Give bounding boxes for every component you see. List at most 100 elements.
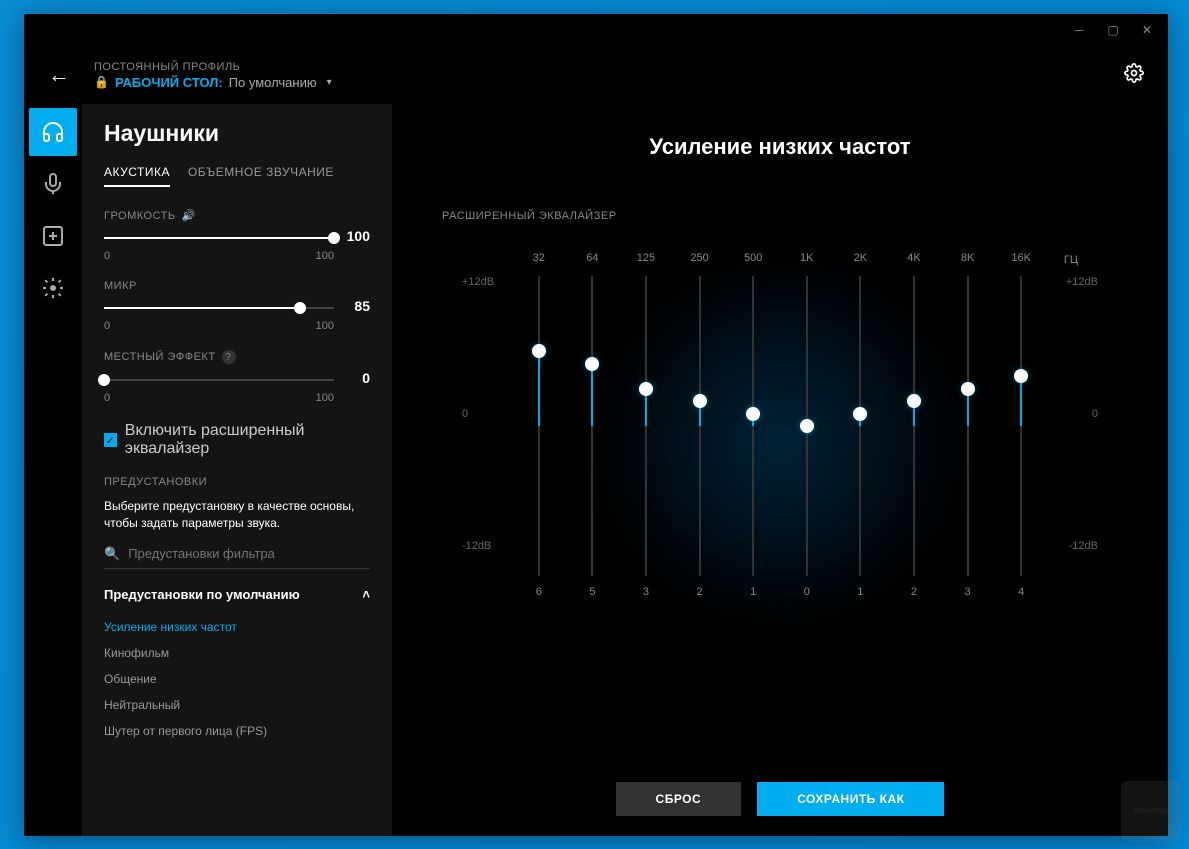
sidetone-value: 0 <box>340 370 370 386</box>
eq-band-slider[interactable] <box>967 276 969 576</box>
eq-freq-label: 1K <box>800 252 813 276</box>
eq-freq-label: 32 <box>533 252 545 276</box>
close-button[interactable]: ✕ <box>1130 16 1164 44</box>
preset-group-header[interactable]: Предустановки по умолчанию ˄ <box>104 587 370 602</box>
eq-band-1K[interactable]: 1K 0 <box>789 252 825 598</box>
page-title: Наушники <box>104 120 370 147</box>
tab-surround[interactable]: ОБЪЕМНОЕ ЗВУЧАНИЕ <box>188 165 334 187</box>
sidebar: Наушники АКУСТИКА ОБЪЕМНОЕ ЗВУЧАНИЕ ГРОМ… <box>82 104 392 836</box>
profile-desktop-label: РАБОЧИЙ СТОЛ: <box>115 75 223 90</box>
eq-band-32[interactable]: 326 <box>521 252 557 598</box>
settings-button[interactable] <box>1124 63 1144 88</box>
eq-band-value: 1 <box>857 586 863 598</box>
save-as-button[interactable]: СОХРАНИТЬ КАК <box>757 782 944 816</box>
eq-band-slider[interactable] <box>699 276 701 576</box>
eq-band-8K[interactable]: 8K3 <box>950 252 986 598</box>
nav-mic[interactable] <box>29 160 77 208</box>
preset-communication[interactable]: Общение <box>104 666 370 692</box>
app-body: Наушники АКУСТИКА ОБЪЕМНОЕ ЗВУЧАНИЕ ГРОМ… <box>24 104 1168 836</box>
volume-value: 100 <box>340 228 370 244</box>
lock-icon: 🔒 <box>94 75 109 89</box>
eq-band-125[interactable]: 1253 <box>628 252 664 598</box>
eq-band-slider[interactable] <box>591 276 593 576</box>
volume-max: 100 <box>316 250 334 262</box>
main-panel: Усиление низких частот РАСШИРЕННЫЙ ЭКВАЛ… <box>392 104 1168 836</box>
sidetone-slider[interactable]: 0 <box>104 372 370 388</box>
presets-description: Выберите предустановку в качестве основы… <box>104 498 370 532</box>
title-bar: ─ ▢ ✕ <box>24 14 1168 46</box>
chevron-up-icon: ˄ <box>362 587 370 602</box>
back-button[interactable]: ← <box>40 58 78 92</box>
preset-search[interactable]: 🔍 <box>104 546 370 569</box>
checkbox-icon: ✓ <box>104 433 117 447</box>
eq-band-slider[interactable] <box>913 276 915 576</box>
volume-min: 0 <box>104 250 110 262</box>
brightness-icon <box>41 276 65 300</box>
eq-band-slider[interactable] <box>645 276 647 576</box>
eq-freq-label: 4K <box>907 252 920 276</box>
maximize-button[interactable]: ▢ <box>1096 16 1130 44</box>
nav-rail <box>24 104 82 836</box>
nav-headphones[interactable] <box>29 108 77 156</box>
action-buttons: СБРОС СОХРАНИТЬ КАК <box>442 752 1118 836</box>
eq-band-slider[interactable] <box>806 276 808 576</box>
advanced-eq-checkbox-row[interactable]: ✓ Включить расширенный эквалайзер <box>104 422 370 458</box>
eq-band-slider[interactable] <box>1020 276 1022 576</box>
hz-label: ГЦ <box>1064 254 1078 266</box>
eq-freq-label: 64 <box>586 252 598 276</box>
sidetone-min: 0 <box>104 392 110 404</box>
mic-label: МИКР <box>104 280 137 292</box>
advanced-eq-label: Включить расширенный эквалайзер <box>125 422 370 458</box>
eq-band-slider[interactable] <box>538 276 540 576</box>
tabs: АКУСТИКА ОБЪЕМНОЕ ЗВУЧАНИЕ <box>104 165 370 187</box>
eq-band-64[interactable]: 645 <box>574 252 610 598</box>
eq-band-4K[interactable]: 4K2 <box>896 252 932 598</box>
preset-bass-boost[interactable]: Усиление низких частот <box>104 614 370 640</box>
tab-acoustics[interactable]: АКУСТИКА <box>104 165 170 187</box>
chevron-down-icon: ▾ <box>327 77 332 88</box>
main-title: Усиление низких частот <box>442 134 1118 160</box>
profile-selector[interactable]: 🔒 РАБОЧИЙ СТОЛ: По умолчанию ▾ <box>94 75 1108 90</box>
preset-fps[interactable]: Шутер от первого лица (FPS) <box>104 718 370 744</box>
eq-db-labels-left: +12dB 0 -12dB <box>462 252 512 552</box>
minimize-button[interactable]: ─ <box>1062 16 1096 44</box>
eq-band-value: 1 <box>750 586 756 598</box>
sidetone-control: МЕСТНЫЙ ЭФФЕКТ ? 0 0 100 <box>104 350 370 404</box>
eq-band-value: 4 <box>1018 586 1024 598</box>
volume-slider[interactable]: 100 <box>104 230 370 246</box>
eq-band-value: 2 <box>697 586 703 598</box>
profile-block: ПОСТОЯННЫЙ ПРОФИЛЬ 🔒 РАБОЧИЙ СТОЛ: По ум… <box>94 61 1108 90</box>
search-input[interactable] <box>128 546 370 561</box>
eq-db-labels-right: +12dB 0 -12dB <box>1048 252 1098 552</box>
eq-grid: ГЦ 3266451253250250011K02K14K28K316K4 <box>512 252 1048 598</box>
mic-icon <box>41 172 65 196</box>
mic-max: 100 <box>316 320 334 332</box>
volume-label: ГРОМКОСТЬ <box>104 210 176 222</box>
reset-button[interactable]: СБРОС <box>616 782 742 816</box>
eq-band-slider[interactable] <box>859 276 861 576</box>
equalizer: +12dB 0 -12dB ГЦ 326 645 1253 2502 500 1 1K 0 2K… <box>442 252 1118 752</box>
mic-control: МИКР 85 0 100 <box>104 280 370 332</box>
eq-band-250[interactable]: 2502 <box>682 252 718 598</box>
sidetone-max: 100 <box>316 392 334 404</box>
mic-slider[interactable]: 85 <box>104 300 370 316</box>
eq-band-2K[interactable]: 2K1 <box>842 252 878 598</box>
mic-value: 85 <box>340 298 370 314</box>
eq-band-value: 3 <box>643 586 649 598</box>
eq-band-500[interactable]: 500 1 <box>735 252 771 598</box>
eq-band-16K[interactable]: 16K4 <box>1003 252 1039 598</box>
preset-neutral[interactable]: Нейтральный <box>104 692 370 718</box>
nav-add[interactable] <box>29 212 77 260</box>
nav-brightness[interactable] <box>29 264 77 312</box>
eq-band-slider[interactable] <box>752 276 754 576</box>
profile-label: ПОСТОЯННЫЙ ПРОФИЛЬ <box>94 61 1108 73</box>
profile-default-label: По умолчанию <box>229 75 317 90</box>
eq-freq-label: 500 <box>744 252 762 276</box>
preset-movie[interactable]: Кинофильм <box>104 640 370 666</box>
eq-band-value: 0 <box>804 586 810 598</box>
app-window: ─ ▢ ✕ ← ПОСТОЯННЫЙ ПРОФИЛЬ 🔒 РАБОЧИЙ СТО… <box>24 14 1168 836</box>
eq-freq-label: 8K <box>961 252 974 276</box>
mic-min: 0 <box>104 320 110 332</box>
help-icon[interactable]: ? <box>222 350 236 364</box>
sidetone-label: МЕСТНЫЙ ЭФФЕКТ <box>104 351 216 363</box>
